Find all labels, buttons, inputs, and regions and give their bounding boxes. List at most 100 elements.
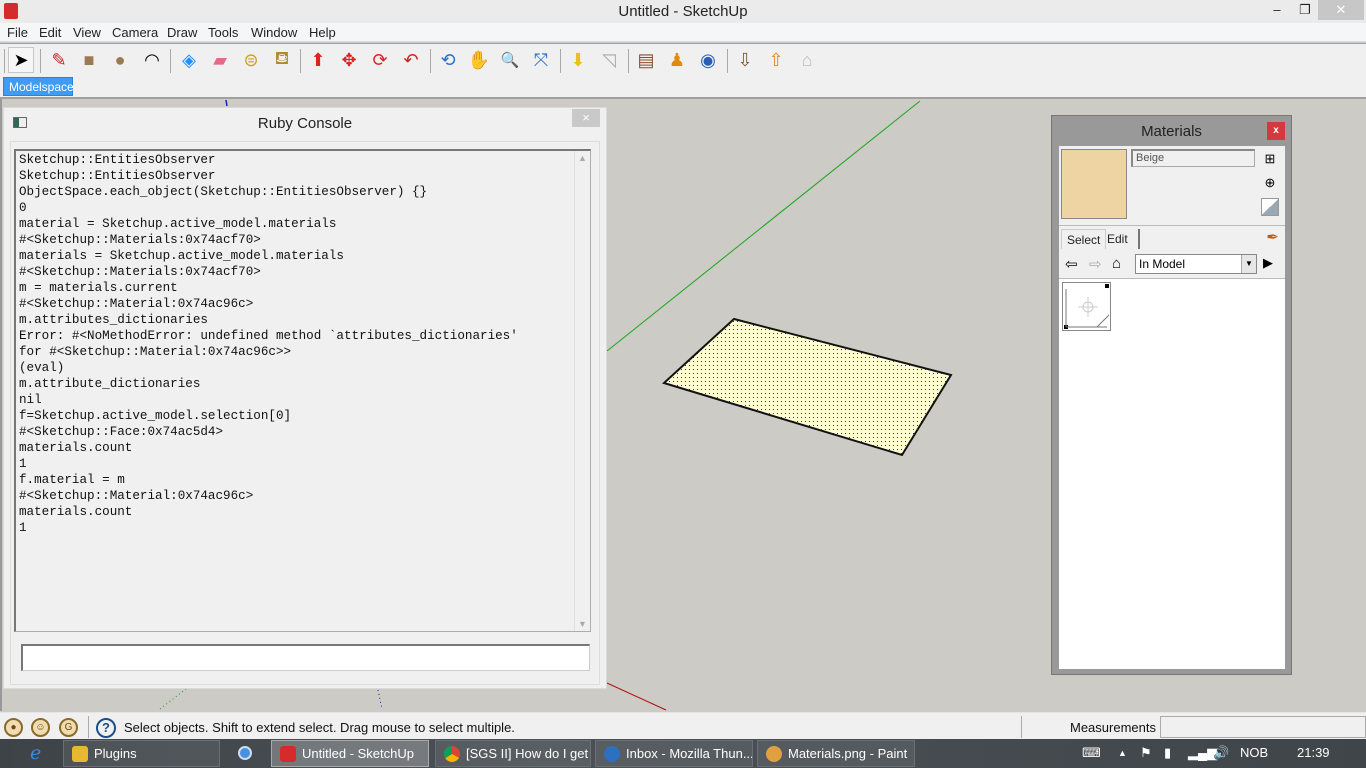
minimize-button[interactable]: ‒ (1262, 0, 1292, 20)
credits-icon[interactable]: ☺ (31, 718, 50, 737)
circle-icon: ● (114, 49, 126, 70)
ruby-console-output[interactable]: Sketchup::EntitiesObserver Sketchup::Ent… (14, 149, 591, 632)
geo-location-icon[interactable]: ● (4, 718, 23, 737)
make-component-button[interactable]: ◈ (176, 47, 202, 73)
volume-icon[interactable]: 🔊 (1213, 745, 1229, 761)
scroll-down-icon[interactable]: ▼ (578, 619, 587, 629)
create-material-button[interactable]: ⊕ (1261, 174, 1279, 192)
clock[interactable]: 21:39 (1297, 745, 1330, 760)
taskbar-item-plugins[interactable]: Plugins (63, 740, 220, 767)
chevron-down-icon[interactable]: ▼ (1241, 255, 1256, 273)
taskbar-item-chrome[interactable]: [SGS II] How do I get ... (435, 740, 591, 767)
toolbar-separator (300, 49, 301, 73)
scene-tabs-bar: Modelspace (0, 77, 1366, 99)
zoom-extents-button[interactable]: ⤧ (528, 47, 554, 73)
menu-window[interactable]: Window (251, 25, 297, 40)
action-center-flag-icon[interactable]: ⚑ (1140, 745, 1152, 761)
circle-tool-button[interactable]: ● (107, 47, 133, 73)
taskbar-item-paint[interactable]: Materials.png - Paint (757, 740, 915, 767)
ruby-console-dialog: Ruby Console × Sketchup::EntitiesObserve… (3, 107, 607, 689)
get-models-icon: ⇩ (737, 49, 753, 70)
material-name-field[interactable]: Beige (1131, 149, 1255, 167)
menu-tools[interactable]: Tools (208, 25, 238, 40)
orbit-tool-button[interactable]: ⟲ (435, 47, 461, 73)
move-tool-button[interactable]: ✥ (336, 47, 362, 73)
paint-bucket-button[interactable]: ⛾ (269, 47, 295, 73)
tape-measure-button[interactable]: ⊜ (238, 47, 264, 73)
show-hidden-icons-icon[interactable]: ▲ (1118, 748, 1127, 758)
materials-title: Materials (1141, 123, 1202, 140)
taskbar-item-label: Plugins (94, 746, 137, 761)
toggle-terrain-button[interactable]: ◹ (596, 47, 622, 73)
home-icon[interactable]: ⌂ (1112, 255, 1121, 272)
photo-textures-button[interactable]: ▤ (633, 47, 659, 73)
language-indicator[interactable]: NOB (1240, 745, 1268, 760)
ruby-console-close-button[interactable]: × (572, 109, 600, 127)
get-models-button[interactable]: ⇩ (732, 47, 758, 73)
material-thumbnail[interactable] (1062, 282, 1111, 331)
help-icon[interactable]: ? (96, 718, 116, 738)
pencil-tool-button[interactable]: ✎ (46, 47, 72, 73)
internet-explorer-icon[interactable]: e (30, 742, 41, 764)
restore-button[interactable]: ❐ (1290, 0, 1320, 20)
rotate-tool-button[interactable]: ⟳ (367, 47, 393, 73)
sample-paint-icon[interactable]: ✒ (1266, 228, 1279, 246)
menu-view[interactable]: View (73, 25, 101, 40)
default-material-thumbnail-icon (1064, 284, 1110, 329)
add-location-button[interactable]: ⬇ (565, 47, 591, 73)
ruby-console-header[interactable]: Ruby Console × (4, 108, 606, 138)
google-earth-button[interactable]: ◉ (695, 47, 721, 73)
app-icon[interactable] (238, 746, 252, 760)
tab-edit[interactable]: Edit (1102, 229, 1140, 249)
license-icon[interactable]: G (59, 718, 78, 737)
status-bar: ● ☺ G ? Select objects. Shift to extend … (0, 712, 1366, 739)
pencil-icon: ✎ (51, 49, 67, 70)
toolbar-separator (430, 49, 431, 73)
push-pull-button[interactable]: ⬆ (305, 47, 331, 73)
scene-tab-modelspace[interactable]: Modelspace (3, 77, 74, 96)
measurements-input[interactable] (1160, 716, 1366, 738)
menu-camera[interactable]: Camera (112, 25, 158, 40)
share-component-button[interactable]: ⌂ (794, 47, 820, 73)
materials-close-button[interactable]: x (1267, 122, 1285, 140)
menu-edit[interactable]: Edit (39, 25, 61, 40)
material-swatch[interactable] (1061, 149, 1127, 219)
tab-select[interactable]: Select (1061, 229, 1107, 249)
taskbar-item-thunderbird[interactable]: Inbox - Mozilla Thun... (595, 740, 753, 767)
console-output-text: Sketchup::EntitiesObserver Sketchup::Ent… (19, 153, 518, 535)
menu-draw[interactable]: Draw (167, 25, 197, 40)
keyboard-icon[interactable]: ⌨ (1082, 745, 1101, 761)
select-tool-button[interactable]: ➤ (8, 47, 34, 73)
library-dropdown[interactable]: In Model ▼ (1135, 254, 1257, 274)
back-arrow-icon[interactable]: ⇦ (1065, 255, 1078, 273)
zoom-tool-button[interactable]: 🔍 (497, 47, 523, 73)
menu-file[interactable]: File (7, 25, 28, 40)
share-model-button[interactable]: ⇧ (763, 47, 789, 73)
library-dropdown-value: In Model (1139, 257, 1186, 271)
menu-help[interactable]: Help (309, 25, 336, 40)
battery-icon[interactable]: ▮ (1164, 745, 1171, 761)
eraser-tool-button[interactable]: ▰ (207, 47, 233, 73)
ruby-console-input[interactable] (21, 644, 590, 671)
street-view-button[interactable]: ♟ (664, 47, 690, 73)
details-arrow-icon[interactable]: ▶ (1263, 255, 1273, 271)
folder-icon (72, 746, 88, 762)
display-secondary-pane-button[interactable]: ⊞ (1261, 150, 1279, 168)
zoom-icon: 🔍 (500, 52, 520, 69)
photo-textures-icon: ▤ (637, 49, 655, 70)
toggle-terrain-icon: ◹ (602, 49, 616, 70)
default-material-button[interactable] (1261, 198, 1279, 216)
pan-tool-button[interactable]: ✋ (466, 47, 492, 73)
rectangle-tool-button[interactable]: ■ (76, 47, 102, 73)
thunderbird-icon (604, 746, 620, 762)
follow-me-button[interactable]: ↶ (398, 47, 424, 73)
arc-tool-button[interactable]: ◠ (139, 47, 165, 73)
push-pull-icon: ⬆ (310, 49, 326, 70)
taskbar-item-label: [SGS II] How do I get ... (466, 746, 591, 761)
console-scrollbar[interactable]: ▲ ▼ (574, 151, 590, 631)
taskbar-item-sketchup[interactable]: Untitled - SketchUp (271, 740, 429, 767)
close-button[interactable]: ✕ (1318, 0, 1364, 20)
forward-arrow-icon[interactable]: ⇨ (1089, 255, 1102, 273)
status-message: Select objects. Shift to extend select. … (124, 720, 515, 735)
scroll-up-icon[interactable]: ▲ (578, 153, 587, 163)
